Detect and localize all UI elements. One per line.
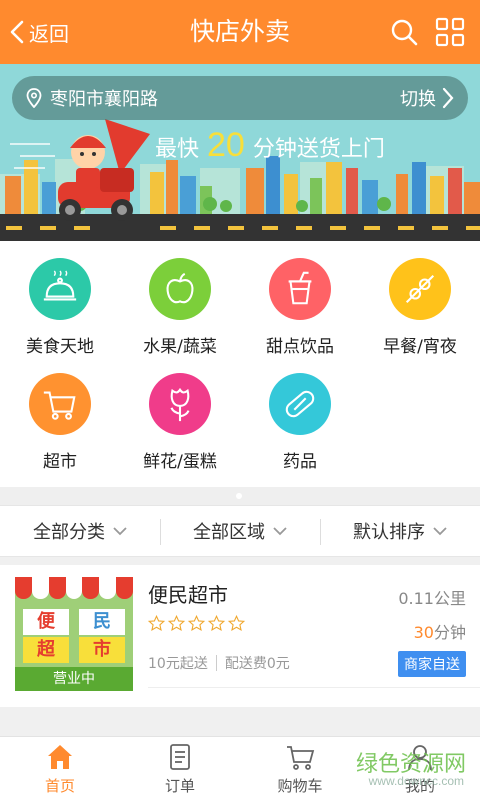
back-button[interactable]: 返回 xyxy=(10,14,69,50)
back-label: 返回 xyxy=(29,21,69,46)
category-breakfast-night[interactable]: 早餐/宵夜 xyxy=(360,258,480,357)
category-grid: 美食天地 水果/蔬菜 甜点饮品 早餐/宵夜 超市 鲜花/蛋糕 药品 xyxy=(0,241,480,487)
category-label: 美食天地 xyxy=(26,337,94,357)
delivery-fee: 配送费0元 xyxy=(224,656,290,672)
tab-label: 订单 xyxy=(164,777,195,795)
filter-region-dropdown[interactable]: 全部区域 xyxy=(160,506,320,556)
category-flower-cake[interactable]: 鲜花/蛋糕 xyxy=(120,373,240,472)
star-rating xyxy=(148,615,245,632)
user-icon xyxy=(408,745,432,771)
star-outline-icon xyxy=(208,615,225,631)
category-supermarket[interactable]: 超市 xyxy=(0,373,120,472)
delivery-slogan: 最快 20 分钟送货上门 xyxy=(155,126,385,165)
apple-icon xyxy=(149,258,211,320)
star-outline-icon xyxy=(188,615,205,631)
category-label: 早餐/宵夜 xyxy=(383,337,457,357)
star-outline-icon xyxy=(148,615,165,631)
shop-thumbnail: 便 民 超 市 营业中 xyxy=(15,577,133,691)
shop-meta: 10元起送 配送费0元 xyxy=(148,653,290,673)
tab-profile[interactable]: 我的 xyxy=(360,737,480,800)
divider xyxy=(148,687,480,688)
home-icon xyxy=(48,745,72,769)
page-dot-active xyxy=(236,493,242,499)
tab-label: 首页 xyxy=(44,777,75,795)
thumbnail-sign: 便 xyxy=(23,609,69,635)
delivery-type-badge: 商家自送 xyxy=(398,651,466,677)
chevron-left-icon xyxy=(10,20,24,44)
switch-location-label[interactable]: 切换 xyxy=(400,85,436,111)
cart-icon xyxy=(287,746,315,770)
shopping-cart-icon xyxy=(29,373,91,435)
thumbnail-sign: 市 xyxy=(79,637,125,663)
thumbnail-sign: 民 xyxy=(79,609,125,635)
shop-name: 便民超市 xyxy=(148,583,228,607)
thumbnail-sign: 超 xyxy=(23,637,69,663)
slogan-prefix: 最快 xyxy=(155,137,200,162)
top-app-bar: 返回 快店外卖 xyxy=(0,0,480,64)
filter-label: 默认排序 xyxy=(353,522,425,543)
slogan-minutes: 20 xyxy=(207,126,245,164)
tab-label: 我的 xyxy=(404,777,435,795)
filter-category-dropdown[interactable]: 全部分类 xyxy=(0,506,160,556)
page-indicator xyxy=(0,487,480,505)
eta-number: 30 xyxy=(413,623,434,642)
shop-distance: 0.11公里 xyxy=(398,589,466,608)
category-medicine[interactable]: 药品 xyxy=(240,373,360,472)
category-label: 鲜花/蛋糕 xyxy=(143,452,217,472)
grid-menu-icon[interactable] xyxy=(434,16,466,48)
filter-sort-dropdown[interactable]: 默认排序 xyxy=(320,506,480,556)
filter-bar: 全部分类 全部区域 默认排序 xyxy=(0,505,480,557)
chevron-down-icon xyxy=(273,527,287,536)
tab-label: 购物车 xyxy=(277,777,323,795)
skewer-icon xyxy=(389,258,451,320)
meta-divider xyxy=(215,655,217,671)
category-label: 水果/蔬菜 xyxy=(143,337,217,357)
rose-icon xyxy=(149,373,211,435)
filter-label: 全部分类 xyxy=(33,522,105,543)
star-outline-icon xyxy=(168,615,185,631)
category-label: 药品 xyxy=(283,452,317,472)
category-label: 超市 xyxy=(43,452,77,472)
pill-icon xyxy=(269,373,331,435)
filter-label: 全部区域 xyxy=(193,522,265,543)
delivery-eta: 30分钟 xyxy=(414,619,466,643)
search-icon[interactable] xyxy=(388,16,420,48)
category-fruit-vegetable[interactable]: 水果/蔬菜 xyxy=(120,258,240,357)
location-selector[interactable]: 枣阳市襄阳路 切换 xyxy=(12,76,468,120)
open-status-badge: 营业中 xyxy=(15,667,133,691)
shop-list-item[interactable]: 便 民 超 市 营业中 便民超市 10元起送 配送费0元 0.11公里 30分钟… xyxy=(0,565,480,707)
category-dessert-drink[interactable]: 甜点饮品 xyxy=(240,258,360,357)
tab-cart[interactable]: 购物车 xyxy=(240,737,360,800)
awning-graphic xyxy=(15,577,133,599)
order-list-icon xyxy=(170,744,190,770)
drink-cup-icon xyxy=(269,258,331,320)
star-outline-icon xyxy=(228,615,245,631)
tab-orders[interactable]: 订单 xyxy=(120,737,240,800)
chevron-down-icon xyxy=(113,527,127,536)
location-text: 枣阳市襄阳路 xyxy=(50,89,158,110)
category-label: 甜点饮品 xyxy=(266,337,334,357)
tab-home[interactable]: 首页 xyxy=(0,737,120,800)
min-order: 10元起送 xyxy=(148,656,208,672)
eta-unit: 分钟 xyxy=(433,623,466,642)
food-cloche-icon xyxy=(29,258,91,320)
chevron-right-icon xyxy=(442,87,454,109)
category-food[interactable]: 美食天地 xyxy=(0,258,120,357)
promo-banner[interactable]: 枣阳市襄阳路 切换 最快 20 分钟送货上门 xyxy=(0,64,480,241)
location-pin-icon xyxy=(26,88,42,108)
chevron-down-icon xyxy=(433,527,447,536)
slogan-suffix: 分钟送货上门 xyxy=(252,137,385,162)
bottom-tab-bar: 首页 订单 购物车 我的 xyxy=(0,736,480,800)
